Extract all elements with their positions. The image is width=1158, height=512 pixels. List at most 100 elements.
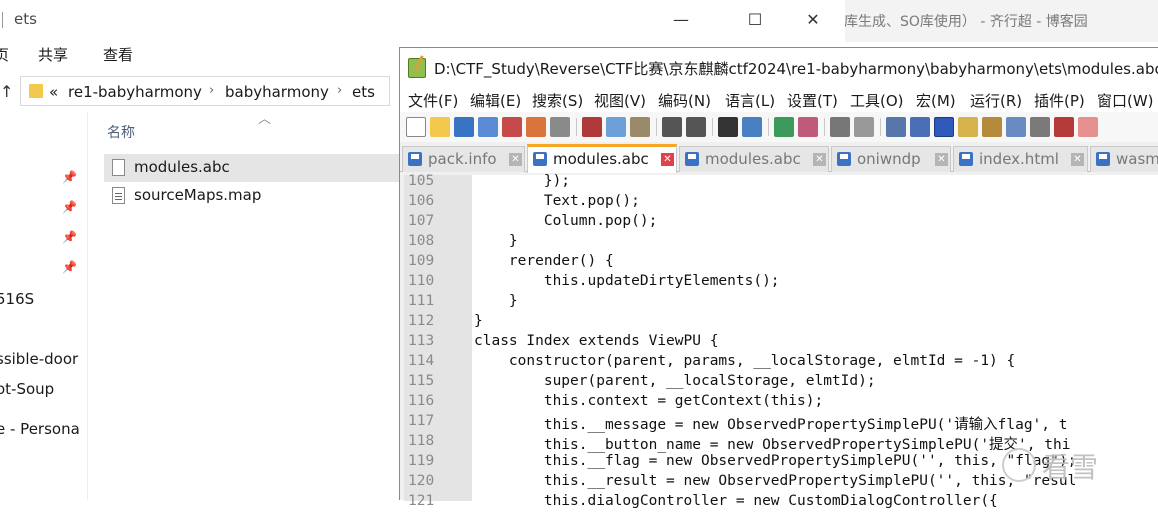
menu-plugins[interactable]: 插件(P) — [1034, 90, 1085, 111]
code-text: constructor(parent, params, __localStora… — [474, 353, 1016, 369]
tab-close-icon[interactable]: ✕ — [935, 153, 948, 166]
line-number: 114 — [408, 353, 435, 369]
code-line[interactable]: 105 }); — [404, 172, 1158, 192]
code-line[interactable]: 111 } — [404, 292, 1158, 312]
code-text: this.context = getContext(this); — [474, 393, 824, 409]
code-line[interactable]: 116 this.context = getContext(this); — [404, 392, 1158, 412]
code-line[interactable]: 121 this.dialogController = new CustomDi… — [404, 492, 1158, 512]
close-file-icon[interactable] — [502, 117, 522, 137]
tab-modules-abc[interactable]: modules.abc ✕ — [679, 146, 829, 172]
code-line[interactable]: 117 this.__message = new ObservedPropert… — [404, 412, 1158, 433]
cut-icon[interactable] — [582, 117, 602, 137]
redo-icon[interactable] — [686, 117, 706, 137]
code-text: this.dialogController = new CustomDialog… — [474, 493, 998, 509]
save-all-icon[interactable] — [478, 117, 498, 137]
paste-icon[interactable] — [630, 117, 650, 137]
file-row-modules-abc[interactable]: modules.abc — [104, 154, 424, 182]
file-saved-icon — [959, 152, 973, 166]
code-line[interactable]: 112} — [404, 312, 1158, 332]
menu-encoding[interactable]: 编码(N) — [658, 90, 711, 111]
zoom-out-icon[interactable] — [798, 117, 818, 137]
code-line[interactable]: 107 Column.pop(); — [404, 212, 1158, 232]
show-all-characters-icon[interactable] — [910, 117, 930, 137]
tab-pack-info[interactable]: pack.info ✕ — [402, 146, 525, 172]
close-all-icon[interactable] — [526, 117, 546, 137]
npp-toolbar — [400, 112, 1158, 142]
chevron-right-icon[interactable]: › — [337, 83, 342, 98]
minimize-button[interactable]: — — [658, 6, 704, 34]
menu-view[interactable]: 视图(V) — [594, 90, 646, 111]
save-icon[interactable] — [454, 117, 474, 137]
tab-close-icon[interactable]: ✕ — [661, 153, 674, 166]
undo-icon[interactable] — [662, 117, 682, 137]
ribbon-tab-share[interactable]: 共享 — [38, 44, 68, 65]
code-text: Column.pop(); — [474, 213, 658, 229]
tab-oniwndp[interactable]: oniwndp ✕ — [831, 146, 951, 172]
menu-window[interactable]: 窗口(W) — [1097, 90, 1154, 111]
sync-horizontal-icon[interactable] — [854, 117, 874, 137]
line-number: 112 — [408, 313, 435, 329]
code-line[interactable]: 109 rerender() { — [404, 252, 1158, 272]
nav-item[interactable]: ssible-door — [0, 350, 78, 368]
copy-icon[interactable] — [606, 117, 626, 137]
ribbon-tab-view[interactable]: 查看 — [103, 44, 133, 65]
nav-item[interactable]: 516S — [0, 290, 34, 308]
word-wrap-icon[interactable] — [886, 117, 906, 137]
breadcrumb-babyharmony[interactable]: babyharmony — [225, 83, 329, 101]
breadcrumb-re1-babyharmony[interactable]: re1-babyharmony — [68, 83, 202, 101]
close-button[interactable]: ✕ — [790, 6, 836, 34]
open-file-icon[interactable] — [430, 117, 450, 137]
line-number: 111 — [408, 293, 435, 309]
code-line[interactable]: 114 constructor(parent, params, __localS… — [404, 352, 1158, 372]
menu-run[interactable]: 运行(R) — [970, 90, 1022, 111]
menu-search[interactable]: 搜索(S) — [532, 90, 583, 111]
print-icon[interactable] — [550, 117, 570, 137]
line-number: 119 — [408, 453, 435, 469]
tab-close-icon[interactable]: ✕ — [1071, 153, 1084, 166]
new-file-icon[interactable] — [406, 117, 426, 137]
sort-caret-icon[interactable]: ︿ — [258, 108, 271, 127]
up-arrow-icon[interactable]: ↑ — [0, 82, 13, 101]
breadcrumb-ets[interactable]: ets — [352, 83, 375, 101]
zoom-in-icon[interactable] — [774, 117, 794, 137]
replace-icon[interactable] — [742, 117, 762, 137]
file-saved-icon — [408, 152, 422, 166]
ribbon-tab-page[interactable]: 页 — [0, 44, 9, 65]
tab-wasm[interactable]: wasm — [1090, 146, 1158, 172]
find-icon[interactable] — [718, 117, 738, 137]
file-row-sourcemaps-map[interactable]: sourceMaps.map — [104, 182, 424, 210]
address-bar[interactable]: « re1-babyharmony › babyharmony › ets — [20, 76, 390, 106]
nav-item[interactable]: ot-Soup — [0, 380, 54, 398]
menu-macro[interactable]: 宏(M) — [916, 90, 956, 111]
code-text: this.__flag = new ObservedPropertySimple… — [474, 453, 1077, 469]
macro-record-icon[interactable] — [1078, 117, 1098, 137]
menu-language[interactable]: 语言(L) — [725, 90, 775, 111]
line-number: 121 — [408, 493, 435, 509]
folder-as-workspace-icon[interactable] — [1030, 117, 1050, 137]
menu-tools[interactable]: 工具(O) — [850, 90, 904, 111]
menu-edit[interactable]: 编辑(E) — [470, 90, 521, 111]
code-line[interactable]: 108 } — [404, 232, 1158, 252]
code-line[interactable]: 106 Text.pop(); — [404, 192, 1158, 212]
code-line[interactable]: 110 this.updateDirtyElements(); — [404, 272, 1158, 292]
code-line[interactable]: 115 super(parent, __localStorage, elmtId… — [404, 372, 1158, 392]
chevron-right-icon[interactable]: › — [209, 83, 214, 98]
sync-vertical-icon[interactable] — [830, 117, 850, 137]
line-number: 107 — [408, 213, 435, 229]
menu-file[interactable]: 文件(F) — [408, 90, 458, 111]
nav-item[interactable]: e - Persona — [0, 420, 80, 438]
indent-guide-icon[interactable] — [934, 117, 954, 137]
menu-settings[interactable]: 设置(T) — [787, 90, 838, 111]
document-map-icon[interactable] — [982, 117, 1002, 137]
tab-index-html[interactable]: index.html ✕ — [953, 146, 1088, 172]
address-overflow[interactable]: « — [49, 83, 58, 101]
tab-modules-abc-active[interactable]: modules.abc ✕ — [527, 144, 677, 173]
function-list-icon[interactable] — [1006, 117, 1026, 137]
monitoring-icon[interactable] — [1054, 117, 1074, 137]
maximize-button[interactable]: ☐ — [732, 6, 778, 34]
code-line[interactable]: 113 class Index extends ViewPU { — [404, 332, 1158, 352]
tab-close-icon[interactable]: ✕ — [813, 153, 826, 166]
user-defined-language-icon[interactable] — [958, 117, 978, 137]
column-header-name[interactable]: 名称 — [107, 122, 135, 142]
tab-close-icon[interactable]: ✕ — [509, 153, 522, 166]
